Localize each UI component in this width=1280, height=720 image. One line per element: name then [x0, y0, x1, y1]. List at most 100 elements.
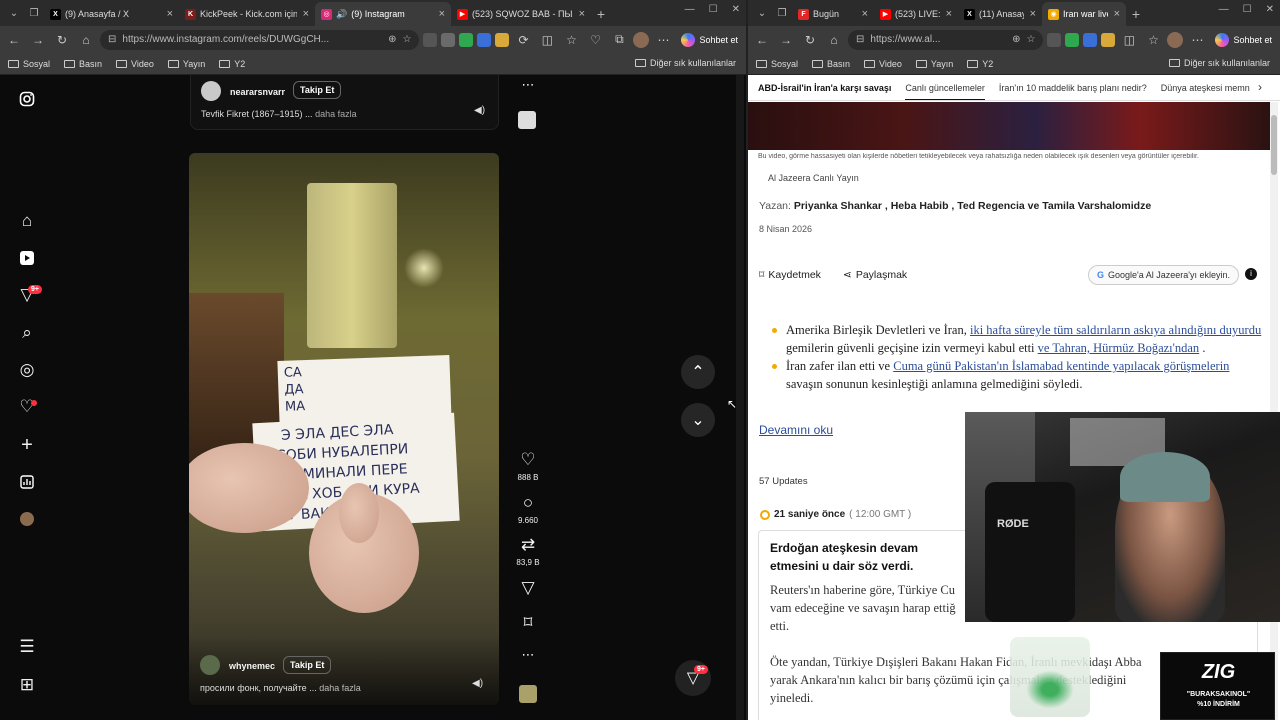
split-screen-icon[interactable]: ◫: [537, 30, 557, 50]
close-icon[interactable]: ×: [1114, 8, 1120, 20]
more-menu-icon[interactable]: ⋯: [653, 30, 673, 50]
bookmark-folder[interactable]: Basın: [812, 59, 850, 69]
maximize-icon[interactable]: ☐: [1243, 4, 1252, 15]
zoom-icon[interactable]: ⊕: [388, 34, 396, 45]
tab-instagram[interactable]: ◎ 🔊 (9) Instagram ×: [315, 2, 451, 26]
forward-icon[interactable]: →: [28, 30, 48, 50]
audio-thumbnail[interactable]: [518, 111, 536, 129]
maximize-icon[interactable]: ☐: [709, 4, 718, 15]
favorite-star-icon[interactable]: ☆: [1027, 34, 1036, 45]
tab-youtube[interactable]: ▶ (523) SQWOZ BAB - ПЫХ П ×: [451, 2, 591, 26]
topic-nav-item[interactable]: İran'ın 10 maddelik barış planı nedir?: [999, 83, 1147, 93]
like-heart-icon[interactable]: ♡: [510, 450, 546, 470]
minimize-icon[interactable]: —: [1219, 4, 1229, 15]
profile-avatar[interactable]: [633, 31, 650, 48]
extension-icon[interactable]: [441, 32, 456, 47]
close-icon[interactable]: ×: [167, 8, 173, 20]
profile-avatar[interactable]: [17, 509, 37, 529]
bookmark-folder[interactable]: Y2: [219, 59, 245, 69]
extension-icon[interactable]: [1065, 32, 1080, 47]
extension-icon[interactable]: [477, 32, 492, 47]
article-link[interactable]: Cuma günü Pakistan'ın İslamabad kentinde…: [893, 359, 1229, 373]
next-reel-button[interactable]: ⌄: [681, 403, 715, 437]
tab-youtube[interactable]: ▶ (523) LIVE: V ×: [874, 2, 958, 26]
collections-icon[interactable]: ♡: [585, 30, 605, 50]
share-button[interactable]: ⋖ Paylaşmak: [843, 269, 907, 281]
favorite-star-icon[interactable]: ☆: [403, 34, 412, 45]
address-bar[interactable]: ⊟ https://www.al... ⊕ ☆: [848, 29, 1044, 50]
read-more-link[interactable]: Devamını oku: [759, 423, 833, 437]
live-video-player[interactable]: [748, 102, 1270, 150]
tab-menu-icon[interactable]: ⌄: [752, 2, 772, 26]
close-icon[interactable]: ×: [946, 8, 952, 20]
back-icon[interactable]: ←: [752, 30, 772, 50]
save-bookmark-icon[interactable]: ⌑: [510, 613, 546, 633]
close-icon[interactable]: ×: [862, 8, 868, 20]
workspaces-icon[interactable]: ❐: [24, 2, 44, 26]
reel-video[interactable]: СА ДА МА Э ЭЛА ДЕС ЭЛА СОБИ НУБАЛЕПРИ СО…: [189, 153, 499, 705]
follow-button[interactable]: Takip Et: [293, 81, 342, 99]
google-preferred-source-button[interactable]: G Google'a Al Jazeera'yı ekleyin.: [1088, 265, 1240, 285]
reels-icon[interactable]: [17, 248, 37, 268]
home-icon[interactable]: ⌂: [76, 30, 96, 50]
tab-x[interactable]: X (11) Anasayfa ×: [958, 2, 1042, 26]
favorites-icon[interactable]: ☆: [561, 30, 581, 50]
info-icon[interactable]: i: [1245, 268, 1257, 280]
topic-nav-item[interactable]: Dünya ateşkesi memn: [1161, 83, 1250, 93]
new-tab-button[interactable]: +: [591, 2, 611, 26]
instagram-logo-icon[interactable]: [17, 89, 37, 109]
scrollbar[interactable]: [1270, 102, 1278, 720]
address-bar[interactable]: ⊟ https://www.instagram.com/reels/DUWGgC…: [100, 29, 420, 50]
save-button[interactable]: ⌑ Kaydetmek: [759, 269, 821, 281]
profile-avatar[interactable]: [1167, 31, 1184, 48]
other-bookmarks[interactable]: Diğer sık kullanılanlar: [1168, 58, 1270, 68]
copilot-button[interactable]: Sohbet et: [677, 32, 742, 47]
tab-kickpeek[interactable]: K KickPeek - Kick.com için Ger ×: [179, 2, 315, 26]
previous-reel-button[interactable]: ⌃: [681, 355, 715, 389]
forward-icon[interactable]: →: [776, 30, 796, 50]
bookmark-folder[interactable]: Video: [864, 59, 902, 69]
hamburger-menu-icon[interactable]: ☰: [17, 637, 37, 657]
audio-thumbnail[interactable]: [519, 685, 537, 703]
user-avatar[interactable]: [200, 655, 220, 675]
extension-icon[interactable]: [459, 32, 474, 47]
share-send-icon[interactable]: ▽: [510, 578, 546, 598]
more-link[interactable]: daha fazla: [315, 109, 357, 119]
more-menu-icon[interactable]: ⋯: [1187, 30, 1207, 50]
extension-icon[interactable]: [1083, 32, 1098, 47]
user-avatar[interactable]: [201, 81, 221, 101]
repost-icon[interactable]: ⇄: [510, 535, 546, 555]
more-options-icon[interactable]: ⋯: [510, 647, 546, 663]
explore-icon[interactable]: ◎: [17, 360, 37, 380]
extension-icon[interactable]: [1101, 32, 1116, 47]
refresh-icon[interactable]: ↻: [800, 30, 820, 50]
extensions-puzzle-icon[interactable]: ⟳: [513, 30, 533, 50]
also-from-meta-icon[interactable]: ⊞: [17, 675, 37, 695]
extension-icon[interactable]: [495, 32, 510, 47]
new-tab-button[interactable]: +: [1126, 2, 1146, 26]
volume-icon[interactable]: ◀): [474, 105, 485, 116]
create-plus-icon[interactable]: +: [17, 434, 37, 456]
close-window-icon[interactable]: ✕: [1266, 4, 1274, 15]
topic-nav-item-live[interactable]: Canlı güncellemeler: [905, 83, 985, 100]
close-icon[interactable]: ×: [303, 8, 309, 20]
chevron-right-icon[interactable]: ›: [1258, 80, 1262, 94]
volume-icon[interactable]: ◀): [472, 678, 483, 689]
bookmark-folder[interactable]: Yayın: [167, 59, 205, 69]
close-icon[interactable]: ×: [1030, 8, 1036, 20]
home-icon[interactable]: ⌂: [824, 30, 844, 50]
minimize-icon[interactable]: —: [685, 4, 695, 15]
username[interactable]: neararsnvarr: [230, 87, 285, 97]
more-link[interactable]: daha fazla: [319, 683, 361, 693]
close-icon[interactable]: ×: [439, 8, 445, 20]
split-screen-icon[interactable]: ◫: [1119, 30, 1139, 50]
close-icon[interactable]: ×: [579, 8, 585, 20]
refresh-icon[interactable]: ↻: [52, 30, 72, 50]
other-bookmarks[interactable]: Diğer sık kullanılanlar: [634, 58, 736, 68]
translate-icon[interactable]: ⊕: [1012, 34, 1020, 45]
article-link[interactable]: iki hafta süreyle tüm saldırıların askıy…: [970, 323, 1261, 337]
favorites-icon[interactable]: ☆: [1143, 30, 1163, 50]
workspaces-icon[interactable]: ❐: [772, 2, 792, 26]
copilot-button[interactable]: Sohbet et: [1211, 32, 1276, 47]
bookmark-folder[interactable]: Video: [116, 59, 154, 69]
